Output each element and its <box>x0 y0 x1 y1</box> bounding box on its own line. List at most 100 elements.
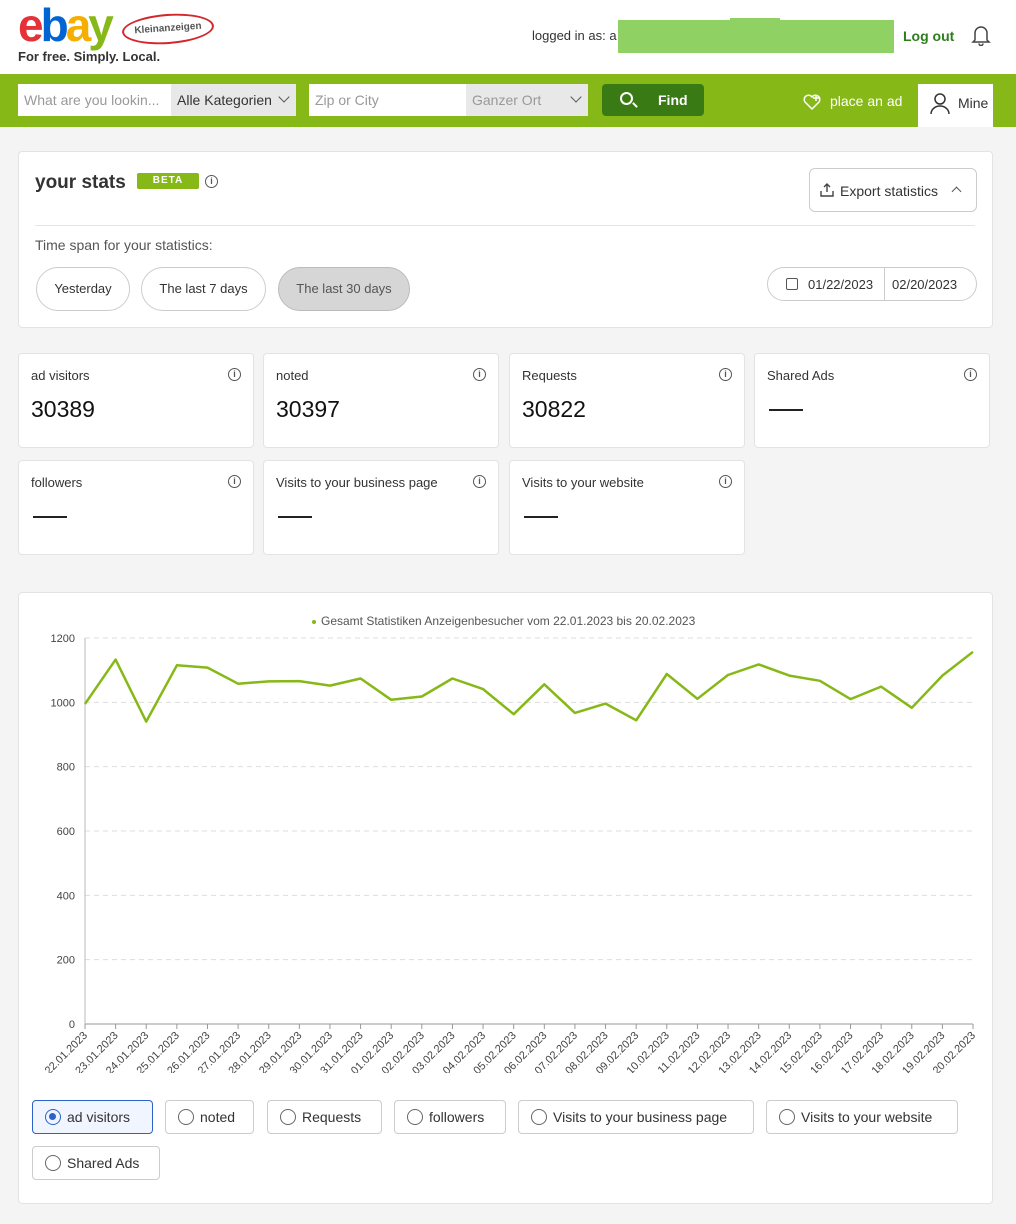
radius-select[interactable]: Ganzer Ort <box>466 84 588 116</box>
stat-value: 30397 <box>276 396 340 422</box>
calendar-icon <box>786 278 798 290</box>
timespan-label: Time span for your statistics: <box>35 237 213 253</box>
date-separator <box>884 268 885 300</box>
chart-option-label: followers <box>429 1109 485 1125</box>
info-icon[interactable]: i <box>719 368 732 381</box>
stat-value: 30389 <box>31 396 95 422</box>
stats-header-card: your stats BETA i Export statistics Time… <box>18 151 993 328</box>
chart-option-shared-ads[interactable]: Shared Ads <box>32 1146 160 1180</box>
chevron-down-icon <box>278 91 290 103</box>
chart-option-label: Visits to your business page <box>553 1109 728 1125</box>
stat-value: 30822 <box>522 396 586 422</box>
timespan-yesterday[interactable]: Yesterday <box>36 267 130 311</box>
radio-dot <box>178 1109 194 1125</box>
kleinanzeigen-badge: Kleinanzeigen <box>121 10 215 48</box>
top-header: ebay Kleinanzeigen For free. Simply. Loc… <box>0 0 1016 74</box>
redacted-username <box>618 20 894 53</box>
timespan-last-30-days[interactable]: The last 30 days <box>278 267 410 311</box>
radio-dot <box>45 1155 61 1171</box>
beta-badge: BETA <box>137 173 199 189</box>
search-icon <box>620 92 633 105</box>
stat-label: noted <box>276 368 309 383</box>
empty-value-dash <box>33 516 67 518</box>
tagline: For free. Simply. Local. <box>18 49 161 64</box>
info-icon[interactable]: i <box>473 368 486 381</box>
stat-card-noted: noted i 30397 <box>263 353 499 448</box>
mine-tab[interactable]: Mine <box>918 84 993 127</box>
legend-marker <box>312 620 316 624</box>
chart-option-requests[interactable]: Requests <box>267 1100 382 1134</box>
stat-label: Shared Ads <box>767 368 835 383</box>
radio-dot <box>407 1109 423 1125</box>
y-tick-label: 400 <box>57 890 75 902</box>
chart-option-label: Shared Ads <box>67 1155 140 1171</box>
date-from[interactable]: 01/22/2023 <box>808 277 873 292</box>
radio-dot <box>45 1109 61 1125</box>
y-tick-label: 0 <box>69 1019 75 1031</box>
chart-option-label: Requests <box>302 1109 362 1125</box>
logged-in-label: logged in as: a <box>532 28 617 43</box>
stat-label: Requests <box>522 368 577 383</box>
user-icon <box>930 93 950 115</box>
empty-value-dash <box>278 516 312 518</box>
chart-option-website[interactable]: Visits to your website <box>766 1100 958 1134</box>
info-icon[interactable]: i <box>964 368 977 381</box>
radio-dot <box>779 1109 795 1125</box>
radio-dot <box>280 1109 296 1125</box>
chart-option-business-page[interactable]: Visits to your business page <box>518 1100 754 1134</box>
page-title: your stats <box>35 172 126 193</box>
export-label: Export statistics <box>840 183 939 199</box>
chevron-down-icon <box>570 91 582 103</box>
stat-card-website-visits: Visits to your website i — <box>509 460 745 555</box>
y-tick-label: 600 <box>57 826 75 838</box>
category-select-value: Alle Kategorien <box>177 92 272 108</box>
stat-card-business-page-visits: Visits to your business page i — <box>263 460 499 555</box>
stat-label: Visits to your business page <box>276 475 438 490</box>
chart-option-followers[interactable]: followers <box>394 1100 506 1134</box>
radius-select-value: Ganzer Ort <box>472 92 542 108</box>
info-icon[interactable]: i <box>205 175 218 188</box>
line-chart: 020040060080010001200 22.01.202323.01.20… <box>43 614 978 1073</box>
radio-dot <box>531 1109 547 1125</box>
chart-option-label: ad visitors <box>67 1109 131 1125</box>
place-ad-link[interactable]: place an ad <box>802 93 902 111</box>
ebay-logo[interactable]: ebay <box>18 2 114 48</box>
place-ad-label: place an ad <box>830 93 903 109</box>
stat-card-ad-visitors: ad visitors i 30389 <box>18 353 254 448</box>
y-tick-label: 200 <box>57 955 75 967</box>
export-statistics-button[interactable]: Export statistics <box>809 168 977 212</box>
logout-link[interactable]: Log out <box>903 28 954 44</box>
date-to[interactable]: 02/20/2023 <box>892 277 957 292</box>
mine-label: Mine <box>958 95 989 111</box>
info-icon[interactable]: i <box>473 475 486 488</box>
chart-option-noted[interactable]: noted <box>165 1100 254 1134</box>
search-input[interactable]: What are you lookin... <box>18 84 171 116</box>
chevron-up-icon <box>951 186 962 197</box>
stat-label: ad visitors <box>31 368 90 383</box>
stat-card-requests: Requests i 30822 <box>509 353 745 448</box>
y-tick-label: 1200 <box>51 633 75 645</box>
empty-value-dash <box>769 409 803 411</box>
chart-card: 0 200 400 600 800 1000 1200 22.01.2023 23.01.20… <box>18 592 993 1204</box>
info-icon[interactable]: i <box>719 475 732 488</box>
stat-card-shared-ads: Shared Ads i — <box>754 353 990 448</box>
stat-label: Visits to your website <box>522 475 644 490</box>
info-icon[interactable]: i <box>228 475 241 488</box>
chart-legend: Gesamt Statistiken Anzeigenbesucher vom … <box>321 614 696 628</box>
search-bar: What are you lookin... Alle Kategorien Z… <box>0 74 1016 127</box>
chart-option-label: noted <box>200 1109 236 1125</box>
y-tick-label: 800 <box>57 762 75 774</box>
category-select[interactable]: Alle Kategorien <box>171 84 296 116</box>
find-button-label: Find <box>658 92 688 108</box>
info-icon[interactable]: i <box>228 368 241 381</box>
heart-plus-icon <box>803 94 821 111</box>
bell-icon[interactable] <box>971 24 991 46</box>
redacted-username-top <box>730 18 780 22</box>
series-line-ad-visitors <box>83 650 974 723</box>
find-button[interactable]: Find <box>602 84 704 116</box>
date-range-picker[interactable]: 01/22/2023 02/20/2023 <box>767 267 977 301</box>
location-input[interactable]: Zip or City <box>309 84 466 116</box>
divider <box>35 225 975 226</box>
timespan-last-7-days[interactable]: The last 7 days <box>141 267 266 311</box>
chart-option-ad-visitors[interactable]: ad visitors <box>32 1100 153 1134</box>
